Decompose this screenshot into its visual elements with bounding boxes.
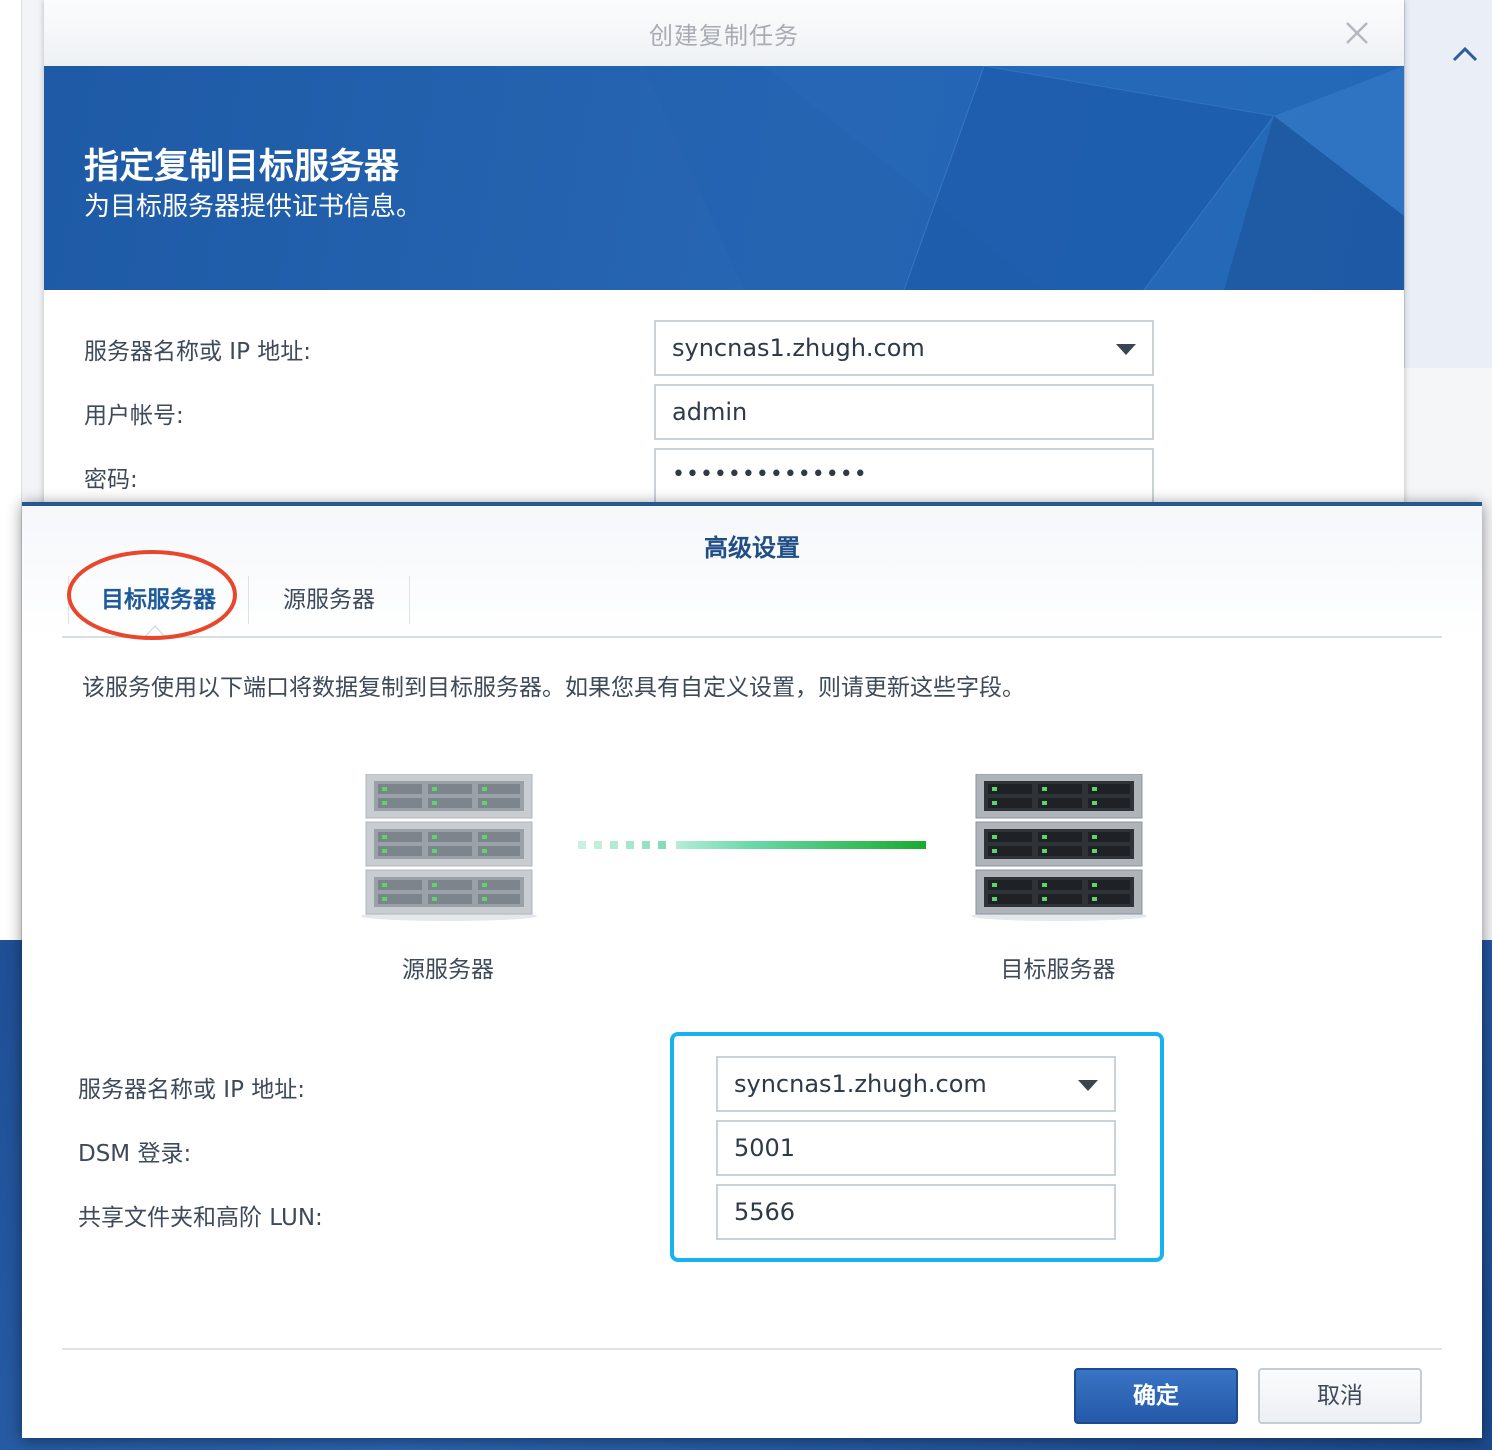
target-server-name-value: syncnas1.zhugh.com bbox=[734, 1070, 987, 1098]
dsm-login-label: DSM 登录: bbox=[78, 1141, 192, 1167]
dropdown-arrow-icon[interactable] bbox=[1078, 1080, 1098, 1091]
create-replication-window: 创建复制任务 指定复制目标服务器 为目标服务器提供证书信息。 服务器名称或 IP… bbox=[44, 0, 1404, 510]
dsm-login-port-value: 5001 bbox=[734, 1134, 796, 1162]
source-server-icon bbox=[361, 774, 537, 921]
target-server-icon bbox=[971, 774, 1147, 921]
server-name-value: syncnas1.zhugh.com bbox=[672, 334, 925, 362]
server-name-label: 服务器名称或 IP 地址: bbox=[84, 339, 312, 365]
dialog-header: 高级设置 目标服务器 源服务器 bbox=[22, 506, 1482, 640]
close-icon[interactable] bbox=[1342, 18, 1372, 48]
target-server-label: 目标服务器 bbox=[1000, 957, 1116, 983]
dropdown-arrow-icon[interactable] bbox=[1116, 344, 1136, 355]
server-name-dropdown[interactable]: syncnas1.zhugh.com bbox=[654, 320, 1154, 376]
banner-title: 指定复制目标服务器 bbox=[84, 147, 400, 187]
background-window-edge bbox=[0, 0, 22, 940]
target-server-name-label: 服务器名称或 IP 地址: bbox=[78, 1077, 306, 1103]
tab-source-server[interactable]: 源服务器 bbox=[248, 576, 410, 624]
ok-button[interactable]: 确定 bbox=[1074, 1368, 1238, 1424]
shared-folder-lun-port-input[interactable]: 5566 bbox=[716, 1184, 1116, 1240]
chevron-up-icon[interactable] bbox=[1451, 40, 1479, 68]
username-value: admin bbox=[672, 398, 748, 426]
footer-divider bbox=[62, 1348, 1442, 1350]
source-server-label: 源服务器 bbox=[402, 957, 494, 983]
target-server-name-dropdown[interactable]: syncnas1.zhugh.com bbox=[716, 1056, 1116, 1112]
tab-divider bbox=[62, 636, 1442, 638]
shared-folder-lun-port-value: 5566 bbox=[734, 1198, 796, 1226]
cancel-button[interactable]: 取消 bbox=[1258, 1368, 1422, 1424]
password-input[interactable]: •••••••••••••• bbox=[654, 448, 1154, 504]
dsm-login-port-input[interactable]: 5001 bbox=[716, 1120, 1116, 1176]
banner-subtitle: 为目标服务器提供证书信息。 bbox=[84, 192, 423, 222]
username-input[interactable]: admin bbox=[654, 384, 1154, 440]
annotation-circle bbox=[67, 550, 237, 640]
password-label: 密码: bbox=[84, 467, 138, 493]
dialog-title: 高级设置 bbox=[704, 534, 800, 562]
replication-link bbox=[578, 841, 926, 849]
wizard-banner: 指定复制目标服务器 为目标服务器提供证书信息。 bbox=[44, 66, 1404, 290]
window-title: 创建复制任务 bbox=[649, 22, 799, 50]
window-titlebar: 创建复制任务 bbox=[44, 0, 1404, 66]
shared-folder-lun-label: 共享文件夹和高阶 LUN: bbox=[78, 1205, 323, 1231]
port-description: 该服务使用以下端口将数据复制到目标服务器。如果您具有自定义设置，则请更新这些字段… bbox=[82, 675, 1025, 701]
advanced-settings-dialog: 高级设置 目标服务器 源服务器 该服务使用以下端口将数据复制到目标服务器。如果您… bbox=[22, 502, 1482, 1438]
username-label: 用户帐号: bbox=[84, 403, 184, 429]
background-side-panel bbox=[1404, 0, 1492, 368]
password-value: •••••••••••••• bbox=[672, 462, 868, 487]
